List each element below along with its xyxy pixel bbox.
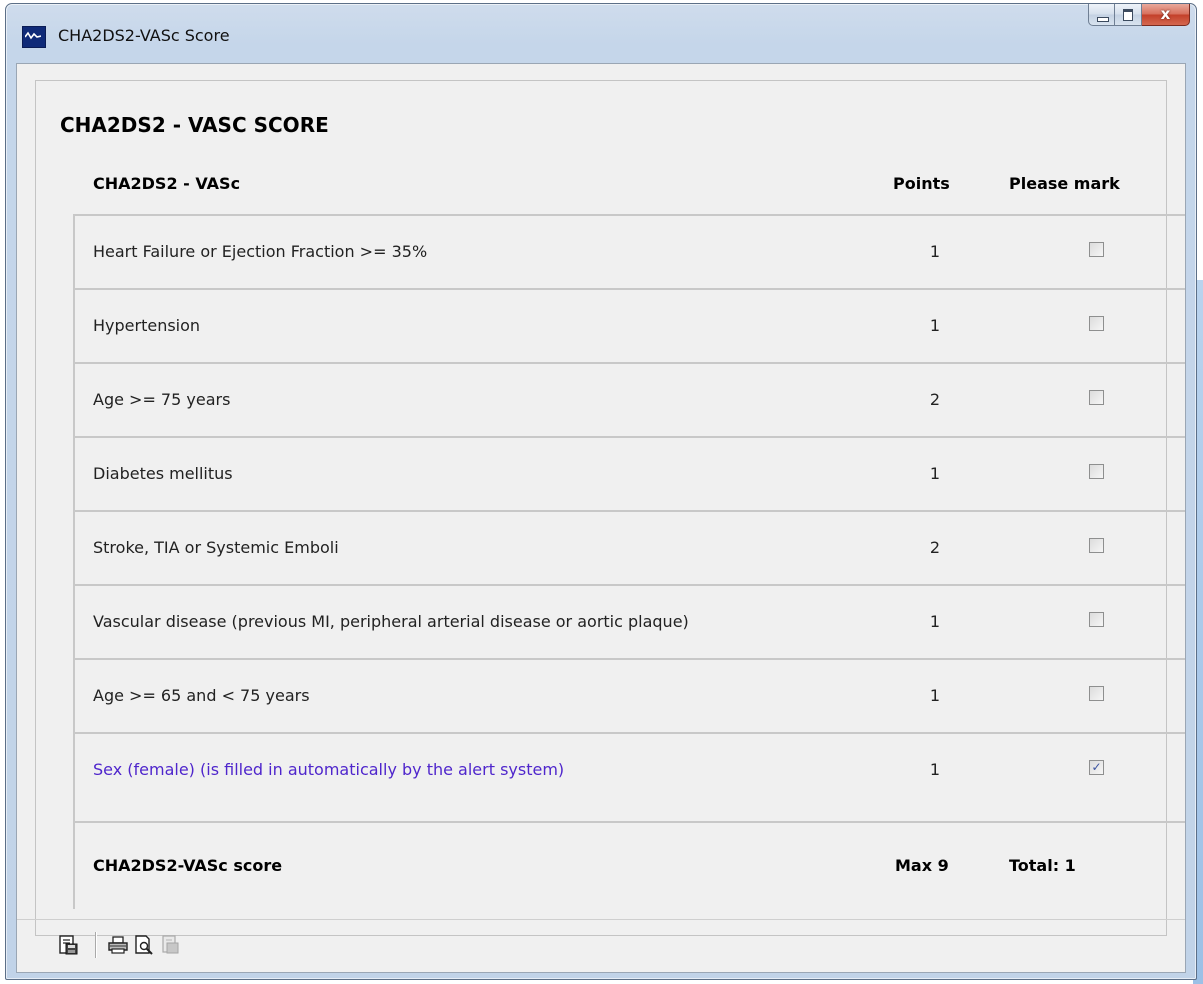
column-header-criteria: CHA2DS2 - VASc	[93, 174, 241, 193]
criteria-label: Diabetes mellitus	[93, 464, 233, 483]
score-label: CHA2DS2-VASc score	[93, 856, 283, 875]
total-score: Total: 1	[1009, 856, 1076, 875]
criteria-row: Stroke, TIA or Systemic Emboli 2	[73, 510, 1185, 584]
criteria-row: Vascular disease (previous MI, periphera…	[73, 584, 1185, 658]
criteria-label: Age >= 75 years	[93, 390, 231, 409]
criteria-points: 2	[929, 538, 941, 557]
criteria-checkbox[interactable]	[1089, 464, 1104, 479]
export-icon[interactable]	[159, 934, 181, 956]
caption-buttons: x	[1088, 4, 1190, 28]
column-header-points: Points	[893, 174, 950, 193]
criteria-points: 1	[929, 316, 941, 335]
close-button[interactable]: x	[1142, 4, 1190, 26]
criteria-label-auto: Sex (female) (is filled in automatically…	[93, 760, 565, 779]
criteria-label: Stroke, TIA or Systemic Emboli	[93, 538, 339, 557]
maximize-button[interactable]	[1115, 4, 1142, 26]
client-area: CHA2DS2 - VASC SCORE CHA2DS2 - VASc Poin…	[16, 63, 1186, 973]
criteria-row: Hypertension 1	[73, 288, 1185, 362]
criteria-checkbox[interactable]	[1089, 242, 1104, 257]
criteria-points: 1	[929, 464, 941, 483]
criteria-row-auto: Sex (female) (is filled in automatically…	[73, 732, 1185, 821]
print-icon[interactable]	[107, 934, 129, 956]
window-title: CHA2DS2-VASc Score	[58, 26, 230, 45]
criteria-checkbox[interactable]	[1089, 316, 1104, 331]
form-title: CHA2DS2 - VASC SCORE	[60, 113, 329, 137]
minimize-button[interactable]	[1088, 4, 1115, 26]
criteria-row: Age >= 65 and < 75 years 1	[73, 658, 1185, 732]
max-score: Max 9	[895, 856, 949, 875]
score-summary-row: CHA2DS2-VASc score Max 9 Total: 1	[73, 821, 1185, 909]
app-icon[interactable]	[22, 26, 46, 48]
criteria-checkbox[interactable]	[1089, 612, 1104, 627]
criteria-points: 1	[929, 686, 941, 705]
criteria-checkbox[interactable]	[1089, 538, 1104, 553]
score-panel: CHA2DS2 - VASC SCORE CHA2DS2 - VASc Poin…	[35, 80, 1185, 936]
toolbar-separator	[95, 932, 97, 958]
criteria-row: Age >= 75 years 2	[73, 362, 1185, 436]
criteria-points: 1	[929, 612, 941, 631]
title-bar[interactable]: CHA2DS2-VASc Score x	[6, 4, 1196, 64]
criteria-points: 1	[929, 242, 941, 261]
criteria-label: Vascular disease (previous MI, periphera…	[93, 612, 689, 631]
criteria-points: 2	[929, 390, 941, 409]
criteria-label: Heart Failure or Ejection Fraction >= 35…	[93, 242, 428, 261]
maximize-icon	[1123, 9, 1133, 21]
criteria-checkbox[interactable]	[1089, 686, 1104, 701]
print-preview-icon[interactable]	[133, 934, 155, 956]
minimize-icon	[1097, 17, 1109, 22]
criteria-checkbox[interactable]: ✓	[1089, 760, 1104, 775]
bottom-toolbar	[17, 919, 1185, 970]
criteria-label: Age >= 65 and < 75 years	[93, 686, 310, 705]
criteria-points: 1	[929, 760, 941, 779]
criteria-label: Hypertension	[93, 316, 201, 335]
dialog-window: CHA2DS2-VASc Score x CHA2DS2 - VASC SCOR…	[5, 3, 1197, 980]
save-document-icon[interactable]	[57, 934, 79, 956]
column-header-mark: Please mark	[1009, 174, 1120, 193]
criteria-row: Diabetes mellitus 1	[73, 436, 1185, 510]
criteria-checkbox[interactable]	[1089, 390, 1104, 405]
criteria-row: Heart Failure or Ejection Fraction >= 35…	[73, 214, 1185, 288]
close-icon: x	[1160, 5, 1171, 23]
